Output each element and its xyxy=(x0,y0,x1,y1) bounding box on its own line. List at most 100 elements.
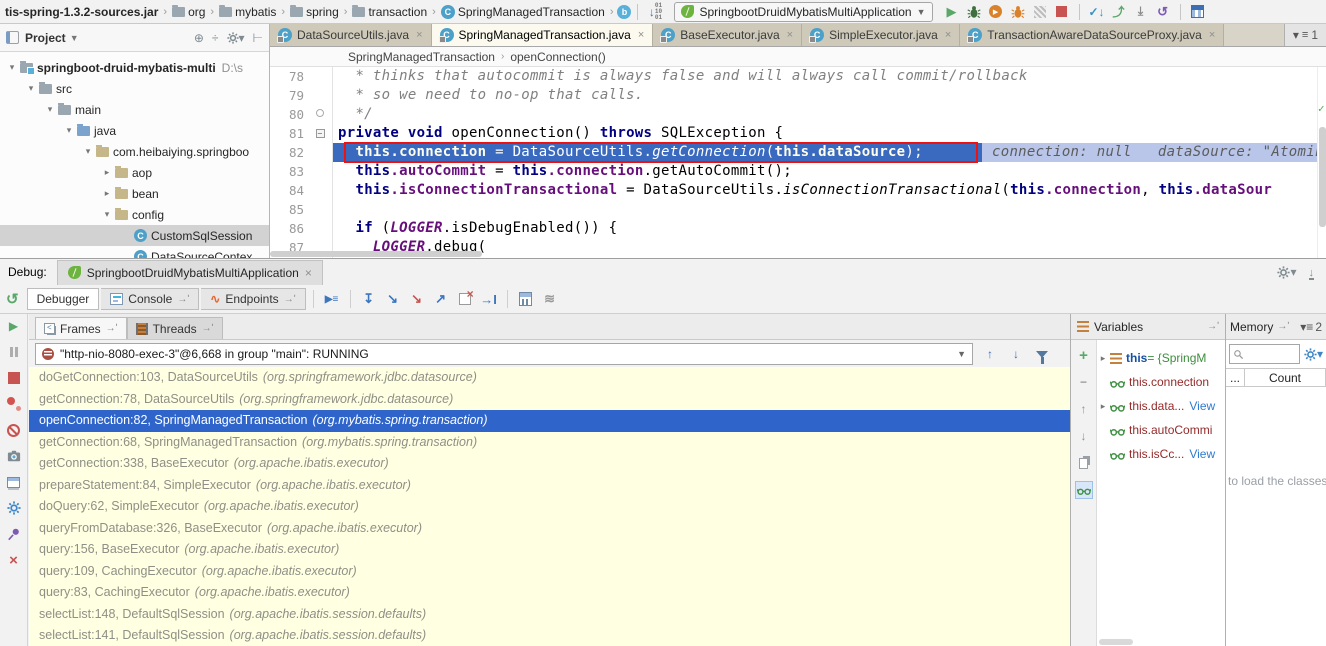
line-number[interactable]: 80 xyxy=(270,105,304,124)
tab-frames[interactable]: Frames →ʹ xyxy=(35,317,127,339)
run-with-coverage-button[interactable]: ▶ xyxy=(986,2,1006,22)
hidden-tabs-selector[interactable]: ▾≡1 xyxy=(1284,24,1326,46)
duplicate-watch-icon[interactable] xyxy=(1075,454,1093,472)
view-link[interactable]: View xyxy=(1189,447,1215,461)
add-watch-icon[interactable]: + xyxy=(1075,346,1093,364)
show-execution-point-icon[interactable]: ▶≡ xyxy=(321,288,343,310)
tree-chevron-icon[interactable]: ▾ xyxy=(44,104,56,115)
breadcrumb-item[interactable]: mybatis xyxy=(218,5,277,19)
tree-chevron-icon[interactable]: ▾ xyxy=(6,62,18,73)
tab-debugger[interactable]: Debugger xyxy=(27,288,100,310)
stack-frame-row[interactable]: getConnection:338, BaseExecutor(org.apac… xyxy=(29,453,1070,475)
breadcrumb-item[interactable]: CSpringManagedTransaction xyxy=(440,5,606,19)
fold-marker-icon[interactable] xyxy=(310,105,330,124)
variables-scrollbar-thumb[interactable] xyxy=(1099,639,1133,645)
stack-frame-row[interactable]: selectList:148, DefaultSqlSession(org.ap… xyxy=(29,604,1070,626)
rollback-icon[interactable]: ↺ xyxy=(1153,2,1173,22)
resume-icon[interactable]: ▶ xyxy=(6,318,22,334)
stop-icon[interactable] xyxy=(6,370,22,386)
variable-row[interactable]: ▸this.data...View xyxy=(1097,394,1225,418)
tree-chevron-icon[interactable]: ▾ xyxy=(82,146,94,157)
close-icon[interactable]: × xyxy=(305,266,312,280)
breadcrumb-item[interactable]: tis-spring-1.3.2-sources.jar xyxy=(4,5,159,19)
run-configuration-select[interactable]: SpringbootDruidMybatisMultiApplication ▼ xyxy=(674,2,932,22)
chevron-down-icon[interactable]: ▼ xyxy=(70,33,79,43)
stack-frame-row[interactable]: getConnection:68, SpringManagedTransacti… xyxy=(29,432,1070,454)
tree-item-com-heibaiying-springboo[interactable]: ▾com.heibaiying.springboo xyxy=(0,141,269,162)
gear-icon[interactable]: ▾ xyxy=(1304,347,1323,361)
line-number[interactable]: 84 xyxy=(270,181,304,200)
vcs-commit-icon[interactable]: ⤴ xyxy=(1109,2,1129,22)
breadcrumb-item[interactable]: org xyxy=(171,5,206,19)
editor-tab[interactable]: CTransactionAwareDataSourceProxy.java× xyxy=(960,24,1224,46)
pin-icon[interactable] xyxy=(6,526,22,542)
close-icon[interactable]: × xyxy=(1209,29,1215,41)
tab-console[interactable]: Console →ʹ xyxy=(101,288,199,310)
stack-frame-row[interactable]: selectList:141, DefaultSqlSession(org.ap… xyxy=(29,625,1070,646)
memory-header[interactable]: Memory →ʹ ▾≡2 xyxy=(1226,314,1326,340)
force-step-into-icon[interactable]: ↘ xyxy=(406,288,428,310)
filter-frames-icon[interactable] xyxy=(1033,347,1051,361)
vcs-push-icon[interactable]: ⤓ xyxy=(1131,2,1151,22)
run-to-cursor-icon[interactable]: →I xyxy=(478,288,500,310)
stack-frame-row[interactable]: doQuery:62, SimpleExecutor(org.apache.ib… xyxy=(29,496,1070,518)
stack-frame-row[interactable]: openConnection:82, SpringManagedTransact… xyxy=(29,410,1070,432)
line-number[interactable]: 83 xyxy=(270,162,304,181)
editor-tab[interactable]: CBaseExecutor.java× xyxy=(653,24,802,46)
stack-frame-row[interactable]: getConnection:78, DataSourceUtils(org.sp… xyxy=(29,389,1070,411)
move-up-icon[interactable]: ↑ xyxy=(1075,400,1093,418)
editor-tab[interactable]: CSimpleExecutor.java× xyxy=(802,24,960,46)
view-link[interactable]: View xyxy=(1189,399,1215,413)
stack-frame-row[interactable]: doGetConnection:103, DataSourceUtils(org… xyxy=(29,367,1070,389)
thread-dump-icon[interactable] xyxy=(6,448,22,464)
column-count[interactable]: Count xyxy=(1245,369,1326,386)
breadcrumb-item[interactable]: spring xyxy=(289,5,340,19)
step-into-icon[interactable]: ↘ xyxy=(382,288,404,310)
profiler-button[interactable] xyxy=(1008,2,1028,22)
stop-button[interactable] xyxy=(1052,2,1072,22)
hide-panel-icon[interactable]: ↓ xyxy=(1309,265,1315,280)
variable-row[interactable]: ▸this = {SpringM xyxy=(1097,346,1225,370)
hidden-tabs-selector[interactable]: ▾≡2 xyxy=(1300,320,1322,334)
variable-row[interactable]: this.isCc...View xyxy=(1097,442,1225,466)
tree-item-config[interactable]: ▾config xyxy=(0,204,269,225)
tree-chevron-icon[interactable]: ▾ xyxy=(63,125,75,136)
next-frame-icon[interactable]: ↓ xyxy=(1007,347,1025,361)
tree-chevron-icon[interactable]: ▸ xyxy=(1097,353,1109,364)
close-icon[interactable]: × xyxy=(787,29,793,41)
tree-item-customsqlsession[interactable]: CCustomSqlSession xyxy=(0,225,269,246)
editor-tab[interactable]: CDataSourceUtils.java× xyxy=(270,24,432,46)
vcs-update-icon[interactable]: ✓↓ xyxy=(1087,2,1107,22)
breadcrumb-item[interactable]: transaction xyxy=(351,5,428,19)
database-icon[interactable] xyxy=(1188,2,1208,22)
restore-layout-icon[interactable] xyxy=(6,474,22,490)
line-number[interactable]: 79 xyxy=(270,86,304,105)
stack-frame-row[interactable]: queryFromDatabase:326, BaseExecutor(org.… xyxy=(29,518,1070,540)
previous-frame-icon[interactable]: ↑ xyxy=(981,347,999,361)
bytecode-sort-icon[interactable]: ↓011001 xyxy=(645,2,665,22)
tree-chevron-icon[interactable]: ▾ xyxy=(101,209,113,220)
settings-gear-icon[interactable] xyxy=(6,500,22,516)
tree-item-main[interactable]: ▾main xyxy=(0,99,269,120)
stack-frame-row[interactable]: query:83, CachingExecutor(org.apache.iba… xyxy=(29,582,1070,604)
close-icon[interactable]: × xyxy=(945,29,951,41)
close-icon[interactable]: × xyxy=(638,29,644,41)
close-icon[interactable]: × xyxy=(6,552,22,568)
step-over-icon[interactable]: ↧ xyxy=(358,288,380,310)
line-number[interactable]: 82 xyxy=(270,143,304,162)
tab-endpoints[interactable]: ∿ Endpoints →ʹ xyxy=(201,288,305,310)
breadcrumb-trailing-icon[interactable]: b xyxy=(617,5,631,19)
drop-frame-icon[interactable] xyxy=(454,288,476,310)
inspection-ok-icon[interactable]: ✓ xyxy=(1318,102,1325,115)
line-number[interactable]: 78 xyxy=(270,67,304,86)
debug-session-tab[interactable]: SpringbootDruidMybatisMultiApplication × xyxy=(57,260,323,285)
code-area[interactable]: 78 * thinks that autocommit is always fa… xyxy=(270,67,1326,258)
tree-chevron-icon[interactable]: ▸ xyxy=(101,167,113,178)
tree-item-springboot-druid-mybatis-multi[interactable]: ▾springboot-druid-mybatis-multiD:\s xyxy=(0,57,269,78)
show-watches-icon[interactable] xyxy=(1075,481,1093,499)
tree-chevron-icon[interactable]: ▾ xyxy=(25,83,37,94)
hatched-icon[interactable] xyxy=(1030,2,1050,22)
stack-frame-row[interactable]: query:109, CachingExecutor(org.apache.ib… xyxy=(29,561,1070,583)
run-button[interactable]: ▶ xyxy=(942,2,962,22)
column-class[interactable]: ... xyxy=(1226,369,1245,386)
